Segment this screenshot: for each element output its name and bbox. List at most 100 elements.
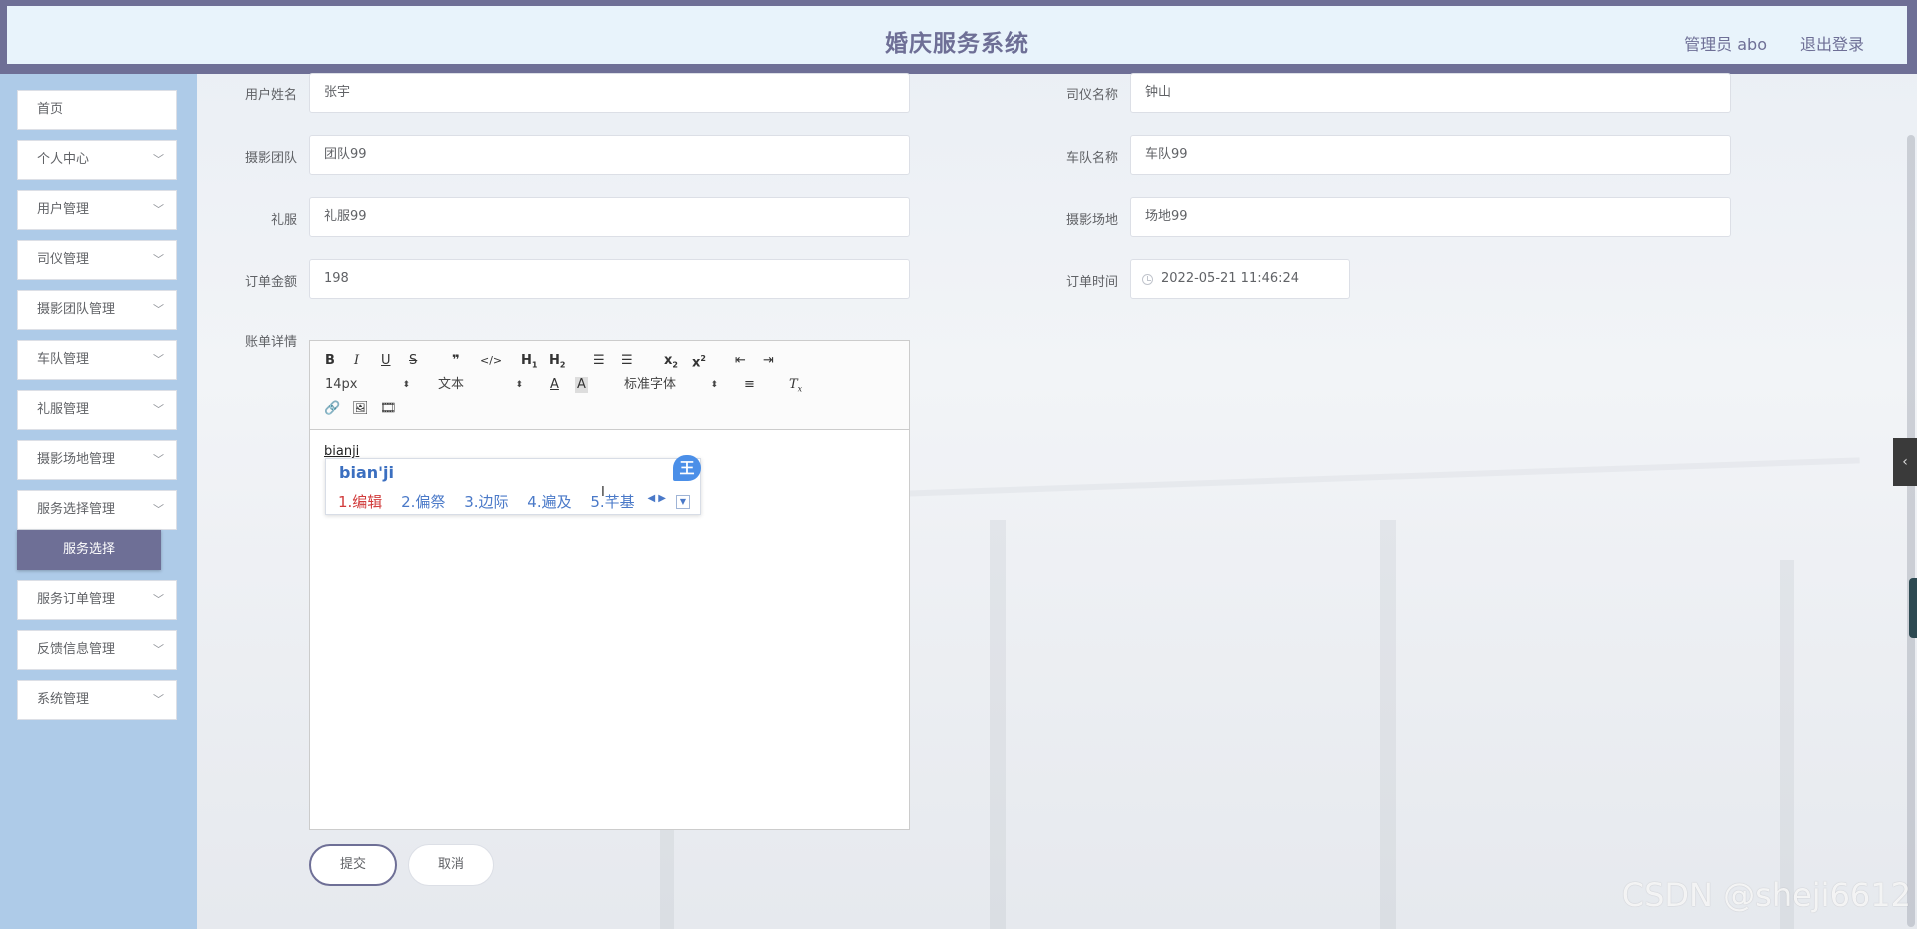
fleet-field[interactable]: 车队99 <box>1130 135 1731 175</box>
bullet-list-icon[interactable]: ☰ <box>621 353 633 369</box>
indent-icon[interactable]: ⇥ <box>763 353 774 369</box>
select-arrows-icon: ⬍ <box>402 380 410 390</box>
heading2-icon[interactable]: H2 <box>549 353 565 374</box>
details-label: 账单详情 <box>244 335 297 350</box>
app-title: 婚庆服务系统 <box>885 31 1029 57</box>
sidebar-item-system-management[interactable]: 系统管理 ﹀ <box>17 680 177 720</box>
order-time-value: 2022-05-21 11:46:24 <box>1161 271 1300 286</box>
sidebar-item-host-management[interactable]: 司仪管理 ﹀ <box>17 240 177 280</box>
venue-label: 摄影场地 <box>1065 213 1118 228</box>
scrollbar-thumb[interactable] <box>1907 135 1915 927</box>
image-icon[interactable]: 🖼 <box>352 401 369 417</box>
sidebar-item-label: 服务选择管理 <box>37 502 116 517</box>
link-icon[interactable]: 🔗 <box>324 401 340 417</box>
sidebar-item-service-order-management[interactable]: 服务订单管理 ﹀ <box>17 580 177 620</box>
sidebar-item-photo-team-management[interactable]: 摄影团队管理 ﹀ <box>17 290 177 330</box>
chevron-down-icon: ﹀ <box>153 453 164 466</box>
select-arrows-icon: ⬍ <box>710 380 718 390</box>
align-icon[interactable]: ≡ <box>744 377 755 393</box>
sidebar-item-feedback-management[interactable]: 反馈信息管理 ﹀ <box>17 630 177 670</box>
chevron-down-icon: ﹀ <box>153 353 164 366</box>
subscript-icon[interactable]: x2 <box>664 353 678 374</box>
background-color-icon[interactable]: A <box>575 377 588 393</box>
ime-page-arrows-icon[interactable]: ◀ ▶ <box>647 493 666 504</box>
order-time-picker[interactable]: 2022-05-21 11:46:24 <box>1130 259 1350 299</box>
italic-icon[interactable]: I <box>354 353 359 369</box>
watermark: CSDN @sheji6612 <box>1621 876 1911 914</box>
font-family-select[interactable]: 标准字体 ⬍ <box>624 377 718 393</box>
chevron-down-icon: ﹀ <box>153 503 164 516</box>
sidebar-item-label: 礼服管理 <box>37 402 90 417</box>
chevron-left-icon[interactable]: ‹ <box>1893 438 1917 486</box>
amount-label: 订单金额 <box>244 275 297 290</box>
clock-icon <box>1142 274 1153 285</box>
side-widget[interactable] <box>1909 578 1917 638</box>
venue-field[interactable]: 场地99 <box>1130 197 1731 237</box>
ime-candidate[interactable]: 2.偏祭 <box>401 493 445 511</box>
ime-composition: bian'ji <box>339 463 394 482</box>
top-header: 婚庆服务系统 管理员 abo 退出登录 <box>0 0 1917 74</box>
editor-content[interactable]: bianji <box>324 444 359 459</box>
host-field[interactable]: 钟山 <box>1130 73 1731 113</box>
font-size-select[interactable]: 14px ⬍ <box>325 377 410 393</box>
dress-field[interactable]: 礼服99 <box>309 197 910 237</box>
header-panel: 婚庆服务系统 管理员 abo 退出登录 <box>7 6 1907 64</box>
sidebar-item-home[interactable]: 首页 <box>17 90 177 130</box>
username-label: 用户姓名 <box>244 88 297 103</box>
amount-field[interactable]: 198 <box>309 259 910 299</box>
logout-link[interactable]: 退出登录 <box>1800 31 1864 55</box>
editor-text: bianji <box>324 444 360 459</box>
font-family-value: 标准字体 <box>624 377 677 392</box>
video-icon[interactable]: 🎞 <box>380 401 397 417</box>
ime-candidate[interactable]: 1.编辑 <box>338 493 382 511</box>
underline-icon[interactable]: U <box>381 353 391 369</box>
ime-candidate[interactable]: 4.遍及 <box>527 493 571 511</box>
code-block-icon[interactable]: </> <box>480 353 502 369</box>
ime-logo-icon: 王 <box>673 455 701 481</box>
superscript-icon[interactable]: x2 <box>692 351 706 371</box>
sidebar-item-fleet-management[interactable]: 车队管理 ﹀ <box>17 340 177 380</box>
sidebar-item-service-selection-management[interactable]: 服务选择管理 ﹀ <box>17 490 177 530</box>
sidebar-item-dress-management[interactable]: 礼服管理 ﹀ <box>17 390 177 430</box>
chevron-down-icon: ﹀ <box>153 153 164 166</box>
sidebar-item-label: 摄影团队管理 <box>37 302 116 317</box>
ime-expand-icon[interactable]: ▼ <box>676 495 690 509</box>
outdent-icon[interactable]: ⇤ <box>735 353 746 369</box>
strikethrough-icon[interactable]: S <box>409 353 417 369</box>
blockquote-icon[interactable]: ❞ <box>452 353 460 369</box>
sidebar-item-label: 首页 <box>37 102 64 117</box>
font-color-icon[interactable]: A <box>550 377 559 393</box>
sidebar-item-label: 用户管理 <box>37 202 90 217</box>
block-type-value: 文本 <box>438 377 465 392</box>
text-cursor-icon: I <box>601 485 605 500</box>
sidebar-item-user-management[interactable]: 用户管理 ﹀ <box>17 190 177 230</box>
clear-format-icon[interactable]: Tx <box>789 377 802 398</box>
ime-candidate[interactable]: 3.边际 <box>464 493 508 511</box>
heading1-icon[interactable]: H1 <box>521 353 537 374</box>
sidebar-subitem-service-selection[interactable]: 服务选择 <box>17 530 161 570</box>
font-size-value: 14px <box>325 377 358 392</box>
rich-text-editor[interactable]: B I U S ❞ </> H1 H2 ☰ ☰ x2 x2 ⇤ ⇥ 14px ⬍ … <box>309 340 910 830</box>
dress-label: 礼服 <box>270 213 297 228</box>
sidebar-item-label: 摄影场地管理 <box>37 452 116 467</box>
chevron-down-icon: ﹀ <box>153 643 164 656</box>
fleet-label: 车队名称 <box>1065 151 1118 166</box>
block-type-select[interactable]: 文本 ⬍ <box>438 377 523 393</box>
ime-candidate-popup: bian'ji 王 1.编辑 2.偏祭 3.边际 4.遍及 5.芊基 ◀ ▶ ▼ <box>325 455 701 515</box>
ordered-list-icon[interactable]: ☰ <box>593 353 605 369</box>
sidebar-item-label: 服务订单管理 <box>37 592 116 607</box>
sidebar-item-label: 司仪管理 <box>37 252 90 267</box>
bold-icon[interactable]: B <box>325 353 335 369</box>
chevron-down-icon: ﹀ <box>153 593 164 606</box>
chevron-down-icon: ﹀ <box>153 203 164 216</box>
username-field[interactable]: 张宇 <box>309 73 910 113</box>
sidebar-item-venue-management[interactable]: 摄影场地管理 ﹀ <box>17 440 177 480</box>
editor-toolbar: B I U S ❞ </> H1 H2 ☰ ☰ x2 x2 ⇤ ⇥ 14px ⬍ … <box>310 341 909 430</box>
submit-button[interactable]: 提交 <box>309 844 397 886</box>
chevron-down-icon: ﹀ <box>153 303 164 316</box>
photo-team-field[interactable]: 团队99 <box>309 135 910 175</box>
cancel-button[interactable]: 取消 <box>408 844 494 886</box>
select-arrows-icon: ⬍ <box>515 380 523 390</box>
sidebar-item-personal-center[interactable]: 个人中心 ﹀ <box>17 140 177 180</box>
ime-candidate[interactable]: 5.芊基 <box>590 493 634 511</box>
